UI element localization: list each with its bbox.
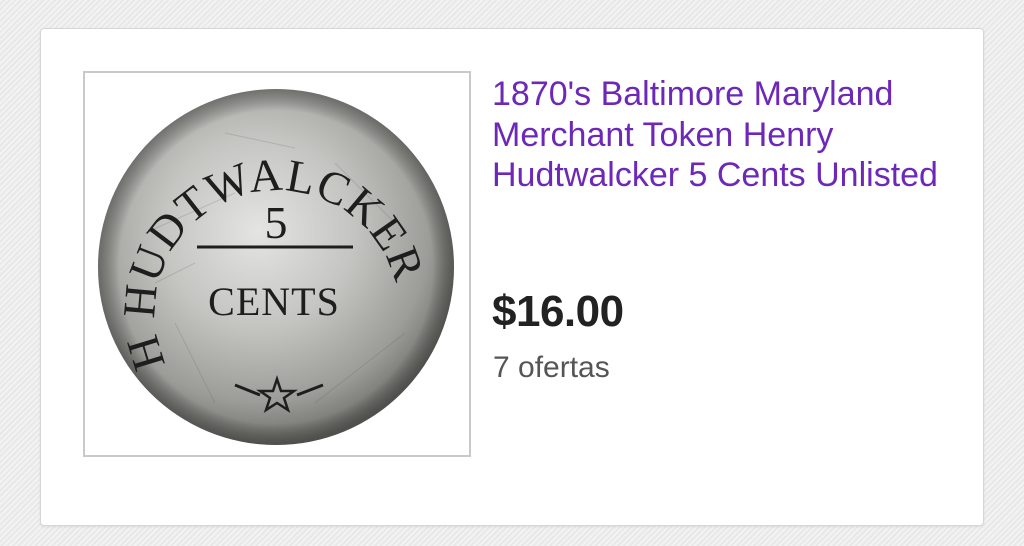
listing-title[interactable]: 1870's Baltimore Maryland Merchant Token… <box>492 74 962 196</box>
bid-count: 7 ofertas <box>493 351 610 384</box>
coin-unit: CENTS <box>208 279 340 324</box>
listing-price: $16.00 <box>492 287 624 336</box>
coin-image: H HUDTWALCKER 5 CENTS <box>98 89 454 445</box>
coin-denomination: 5 <box>265 197 288 248</box>
listing-card[interactable]: H HUDTWALCKER 5 CENTS 1870's Baltimore M… <box>40 28 984 526</box>
listing-thumbnail[interactable]: H HUDTWALCKER 5 CENTS <box>83 71 471 457</box>
